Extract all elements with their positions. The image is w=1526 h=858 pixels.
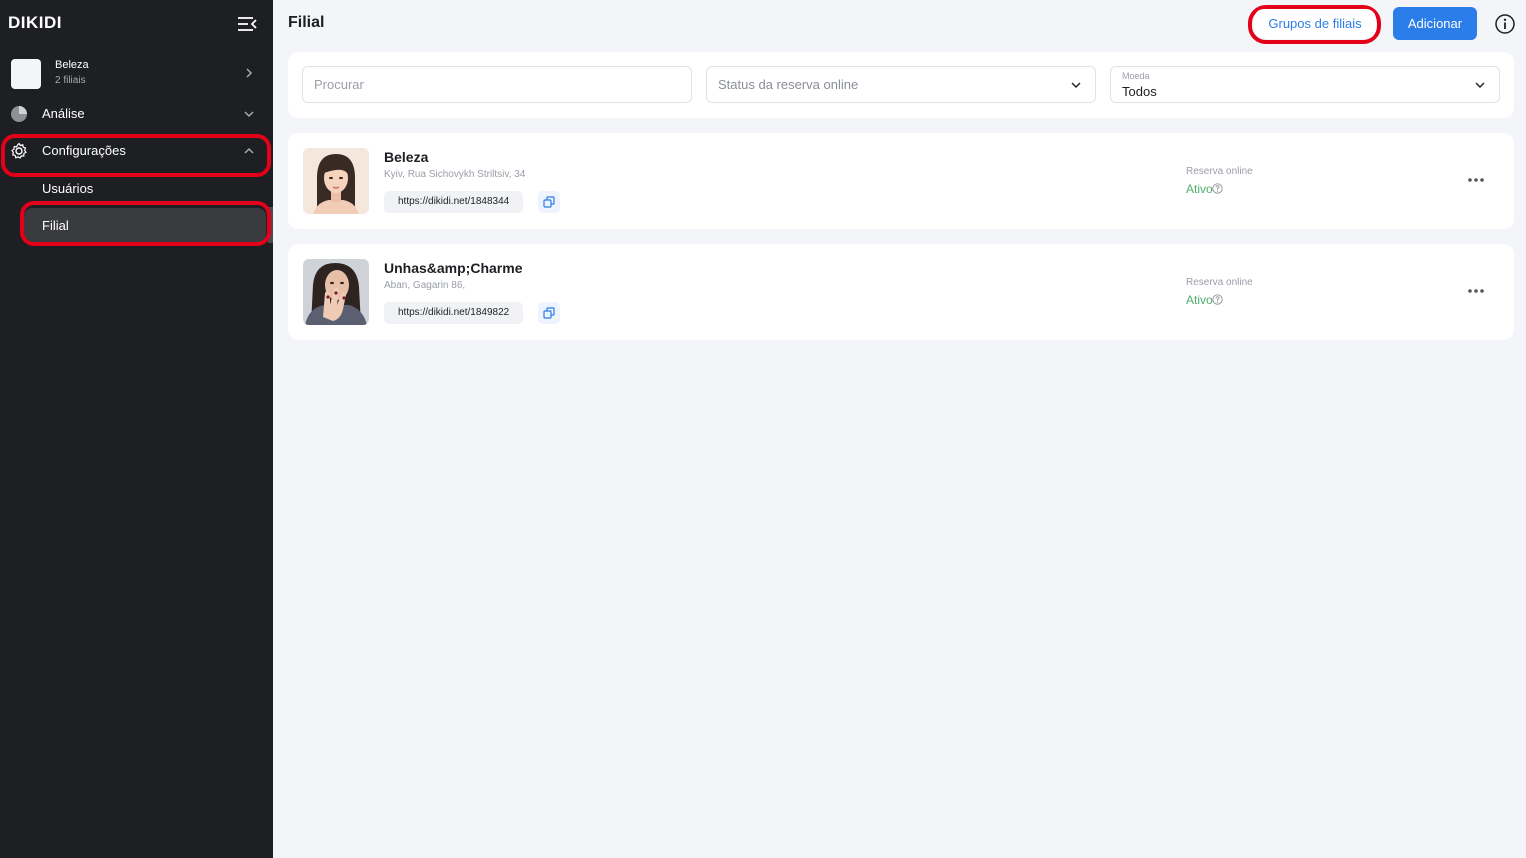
chevron-down-icon (244, 111, 254, 118)
chevron-down-icon (1475, 82, 1485, 88)
sidebar-header: DIKIDI (0, 0, 273, 46)
sidebar-subitem-label: Filial (42, 218, 69, 233)
sidebar-subitem-label: Usuários (42, 181, 94, 196)
select-label: Moeda (1122, 71, 1150, 81)
branch-photo (303, 259, 369, 325)
help-circle-icon[interactable] (1212, 183, 1223, 194)
reservation-label: Reserva online (1186, 277, 1253, 288)
copy-link-button[interactable] (538, 191, 560, 213)
sidebar-item-label: Configurações (42, 143, 126, 158)
branch-card[interactable]: Unhas&amp;Charme Aban, Gagarin 86, https… (288, 244, 1514, 340)
branch-address: Aban, Gagarin 86, (384, 280, 466, 291)
add-branch-button[interactable]: Adicionar (1393, 7, 1477, 40)
sidebar-item-label: Análise (42, 106, 85, 121)
reservation-status: Ativo (1186, 293, 1213, 307)
pie-chart-icon (11, 106, 27, 122)
sidebar-scrollbar[interactable] (268, 207, 273, 243)
branch-name: Beleza (384, 149, 429, 165)
copy-link-button[interactable] (538, 302, 560, 324)
chevron-right-icon (246, 68, 253, 78)
branch-photo (303, 148, 369, 214)
chevron-down-icon (1071, 82, 1081, 88)
account-avatar (11, 59, 41, 89)
sidebar-item-configuracoes[interactable]: Configurações (0, 133, 273, 169)
branch-name: Unhas&amp;Charme (384, 260, 523, 276)
search-input[interactable] (303, 67, 691, 102)
reservation-status: Ativo (1186, 182, 1213, 196)
info-icon[interactable] (1494, 13, 1516, 35)
account-subtitle: 2 filiais (55, 75, 86, 86)
chevron-up-icon (244, 147, 254, 154)
select-value: Todos (1122, 84, 1157, 99)
filter-bar: Status da reserva online Moeda Todos (288, 52, 1514, 118)
app-logo: DIKIDI (8, 13, 62, 32)
search-field (302, 66, 692, 103)
page-title: Filial (288, 14, 325, 31)
sidebar-subitem-usuarios[interactable]: Usuários (24, 171, 266, 205)
branch-address: Kyiv, Rua Sichovykh Striltsiv, 34 (384, 169, 526, 180)
reservation-label: Reserva online (1186, 166, 1253, 177)
sidebar-subitem-filial[interactable]: Filial (24, 208, 266, 242)
collapse-sidebar-icon[interactable] (236, 15, 258, 33)
branch-card[interactable]: Beleza Kyiv, Rua Sichovykh Striltsiv, 34… (288, 133, 1514, 229)
more-options-icon[interactable] (1463, 280, 1489, 302)
more-options-icon[interactable] (1463, 169, 1489, 191)
branch-link[interactable]: https://dikidi.net/1849822 (384, 302, 524, 324)
branch-groups-button[interactable]: Grupos de filiais (1254, 9, 1376, 39)
account-switcher[interactable]: Beleza 2 filiais (0, 52, 273, 96)
reservation-status-select[interactable]: Status da reserva online (706, 66, 1096, 103)
account-name: Beleza (55, 59, 89, 71)
branch-link[interactable]: https://dikidi.net/1848344 (384, 191, 524, 213)
copy-icon (543, 196, 555, 208)
select-placeholder: Status da reserva online (718, 77, 859, 92)
sidebar-item-analise[interactable]: Análise (0, 96, 273, 132)
gear-icon (11, 142, 27, 159)
currency-select[interactable]: Moeda Todos (1110, 66, 1500, 103)
sidebar: DIKIDI Beleza 2 filiais Análise Configur… (0, 0, 273, 858)
copy-icon (543, 307, 555, 319)
help-circle-icon[interactable] (1212, 294, 1223, 305)
